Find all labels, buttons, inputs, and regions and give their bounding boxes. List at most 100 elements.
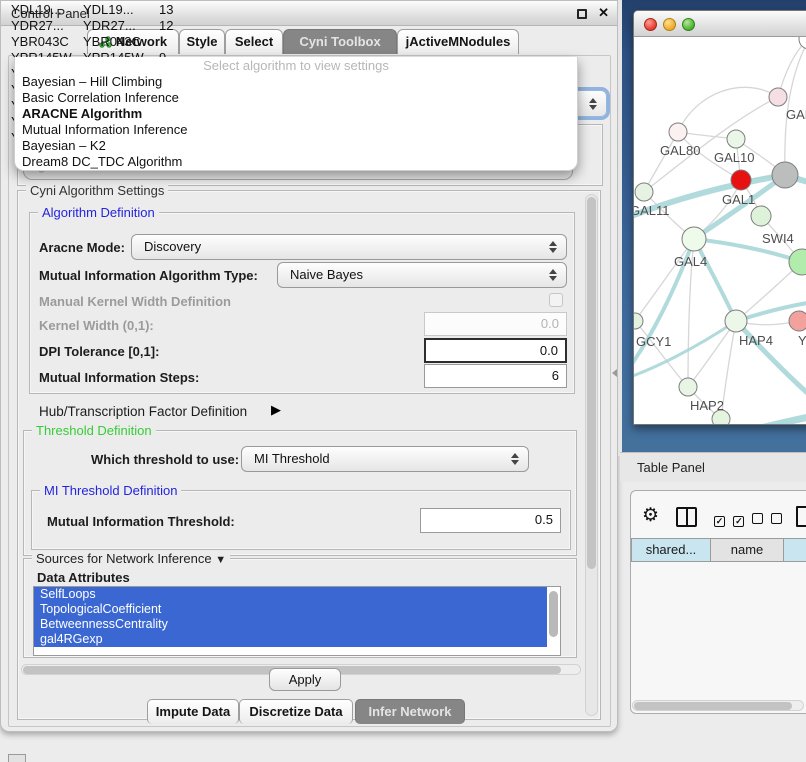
tab-discretize-data[interactable]: Discretize Data: [239, 699, 353, 724]
node[interactable]: [751, 206, 771, 226]
tab-jactivemnodules[interactable]: jActiveMNodules: [397, 29, 519, 54]
menu-item-algorithm[interactable]: Mutual Information Inference: [15, 122, 577, 138]
sources-group-title[interactable]: Sources for Network Inference ▼: [32, 551, 230, 566]
node-hap2[interactable]: [679, 378, 697, 396]
table-horizontal-scrollbar[interactable]: [632, 700, 804, 711]
cyni-algorithm-settings-title: Cyni Algorithm Settings: [26, 183, 168, 198]
apply-button[interactable]: Apply: [269, 668, 341, 691]
settings-vscrollbar-thumb[interactable]: [587, 197, 596, 569]
node-label: GAL1: [722, 192, 755, 207]
tab-infer-network[interactable]: Infer Network: [355, 699, 465, 724]
mi-steps-label: Mutual Information Steps:: [39, 370, 199, 385]
combo-arrows-icon: [510, 453, 519, 465]
mi-type-combo[interactable]: Naive Bayes: [277, 262, 567, 288]
node-gal10[interactable]: [727, 130, 745, 148]
network-graph: GAL7 GAL80 GAL10 GAL1 GAL11 SWI4 GAL4 GC…: [634, 37, 806, 425]
tab-discretize-data-label: Discretize Data: [249, 704, 342, 719]
kernel-width-field[interactable]: 0.0: [424, 312, 567, 336]
minimize-traffic-light-icon[interactable]: [663, 18, 676, 31]
data-attributes-list[interactable]: SelfLoops TopologicalCoefficient Between…: [33, 586, 561, 656]
network-window-titlebar[interactable]: [634, 11, 806, 37]
mi-steps-field[interactable]: 6: [424, 364, 567, 388]
node-gal4[interactable]: [682, 227, 706, 251]
splitter-collapse-icon[interactable]: [612, 369, 617, 377]
column-header-shared-name[interactable]: shared...: [631, 538, 711, 562]
mi-threshold-label: Mutual Information Threshold:: [47, 514, 235, 529]
which-threshold-combo[interactable]: MI Threshold: [241, 446, 529, 472]
tab-infer-network-label: Infer Network: [368, 704, 451, 719]
minimized-panel-fragment[interactable]: [8, 754, 26, 762]
dpi-tolerance-label: DPI Tolerance [0,1]:: [39, 344, 159, 359]
column-header-name[interactable]: name: [710, 538, 784, 562]
column-header-clipped[interactable]: [783, 538, 806, 562]
threshold-definition-title: Threshold Definition: [32, 423, 156, 438]
node-label: SWI4: [762, 231, 794, 246]
tab-style-label: Style: [186, 34, 217, 49]
dpi-tolerance-field[interactable]: 0.0: [424, 338, 567, 363]
node-label: GAL4: [674, 254, 707, 269]
node-y[interactable]: [789, 311, 806, 331]
which-threshold-label: Which threshold to use:: [91, 452, 239, 467]
zoom-traffic-light-icon[interactable]: [682, 18, 695, 31]
node-hap4[interactable]: [725, 310, 747, 332]
manual-kernel-label: Manual Kernel Width Definition: [39, 294, 231, 309]
node-label: GAL80: [660, 143, 700, 158]
node-label: GAL11: [634, 203, 670, 218]
node-gray[interactable]: [772, 162, 798, 188]
screen: Control Panel ✕ Network Style Select: [0, 0, 806, 762]
collapsed-arrow-icon[interactable]: ▶: [271, 402, 281, 418]
menu-item-algorithm-selected[interactable]: ARACNE Algorithm: [15, 106, 577, 122]
aracne-mode-combo[interactable]: Discovery: [131, 234, 567, 260]
node-label: HAP4: [739, 333, 773, 348]
tab-impute-data[interactable]: Impute Data: [147, 699, 239, 724]
list-item[interactable]: gal4RGexp: [34, 632, 547, 647]
select-all-columns-icon[interactable]: ✓ ✓: [714, 511, 744, 529]
table-panel-title: Table Panel: [637, 460, 705, 475]
tab-jactivemnodules-label: jActiveMNodules: [406, 34, 511, 49]
settings-vertical-scrollbar[interactable]: [585, 194, 598, 716]
algorithm-dropdown-placeholder: Select algorithm to view settings: [15, 57, 577, 74]
combo-arrows-icon: [548, 241, 557, 253]
network-canvas[interactable]: GAL7 GAL80 GAL10 GAL1 GAL11 SWI4 GAL4 GC…: [634, 37, 806, 425]
node-gal1-selected[interactable]: [731, 170, 751, 190]
export-table-icon[interactable]: [796, 506, 806, 527]
algorithm-dropdown-popup: Select algorithm to view settings Bayesi…: [14, 57, 578, 171]
node-gal80[interactable]: [669, 123, 687, 141]
menu-item-algorithm[interactable]: Bayesian – K2: [15, 138, 577, 154]
table-panel-titlebar: Table Panel: [620, 452, 806, 482]
close-traffic-light-icon[interactable]: [644, 18, 657, 31]
list-item[interactable]: BetweennessCentrality: [34, 617, 547, 632]
float-window-icon[interactable]: [577, 9, 587, 19]
gear-icon[interactable]: ⚙: [642, 504, 659, 527]
hub-definition-label[interactable]: Hub/Transcription Factor Definition: [39, 404, 247, 419]
attributes-scrollbar[interactable]: [548, 589, 559, 653]
node-label: GCY1: [636, 334, 671, 349]
list-item[interactable]: SelfLoops: [34, 587, 547, 602]
tab-cyni-toolbox-label: Cyni Toolbox: [299, 34, 380, 49]
columns-icon[interactable]: [676, 507, 697, 527]
tab-select[interactable]: Select: [225, 29, 283, 54]
node-gal7[interactable]: [769, 88, 787, 106]
menu-item-algorithm[interactable]: Basic Correlation Inference: [15, 90, 577, 106]
tab-style[interactable]: Style: [179, 29, 225, 54]
tab-cyni-toolbox[interactable]: Cyni Toolbox: [283, 29, 397, 54]
deselect-all-columns-icon[interactable]: [752, 511, 782, 529]
expanded-arrow-icon[interactable]: ▼: [215, 554, 226, 566]
aracne-mode-label: Aracne Mode:: [39, 240, 125, 255]
table-hscrollbar-thumb[interactable]: [634, 702, 792, 710]
node-label: GAL10: [714, 150, 754, 165]
close-icon[interactable]: ✕: [598, 5, 609, 21]
mi-type-value: Naive Bayes: [290, 267, 363, 282]
mi-threshold-group-title: MI Threshold Definition: [40, 483, 181, 498]
menu-item-algorithm[interactable]: Dream8 DC_TDC Algorithm: [15, 154, 577, 170]
node-gcy1[interactable]: [634, 313, 643, 329]
attributes-scrollbar-thumb[interactable]: [549, 591, 558, 637]
list-item[interactable]: TopologicalCoefficient: [34, 602, 547, 617]
data-attributes-label: Data Attributes: [37, 570, 130, 585]
network-view-window[interactable]: GAL7 GAL80 GAL10 GAL1 GAL11 SWI4 GAL4 GC…: [633, 10, 806, 425]
menu-item-algorithm[interactable]: Bayesian – Hill Climbing: [15, 74, 577, 90]
which-threshold-value: MI Threshold: [254, 451, 330, 466]
manual-kernel-checkbox[interactable]: [549, 293, 563, 307]
node-gal11[interactable]: [635, 183, 653, 201]
mi-threshold-field[interactable]: 0.5: [420, 508, 561, 533]
